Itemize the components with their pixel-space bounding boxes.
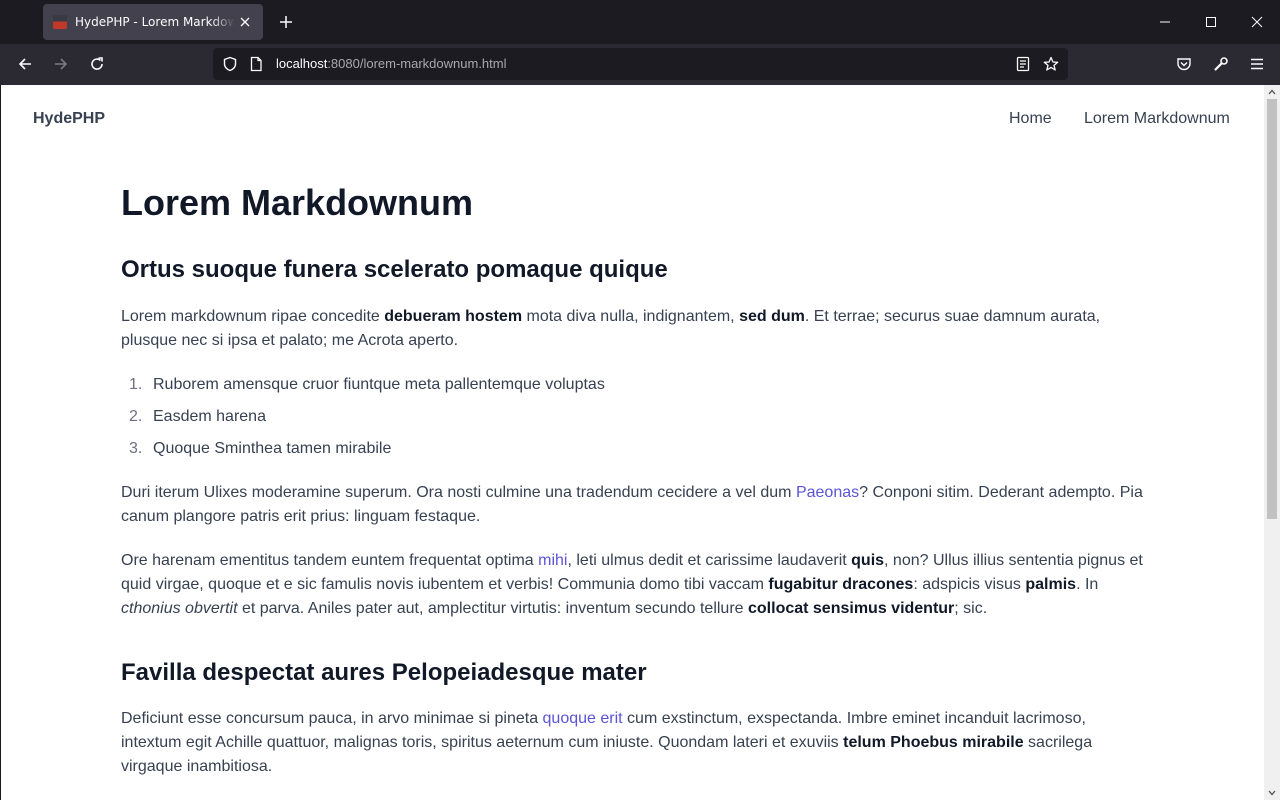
link-quoque-erit[interactable]: quoque erit [543, 710, 623, 727]
vertical-scrollbar[interactable] [1264, 85, 1280, 800]
page-viewport: HydePHP Home Lorem Markdownum Lorem Mark… [1, 85, 1280, 800]
navigation-toolbar: localhost:8080/lorem-markdownum.html [0, 44, 1280, 85]
bold-text: fugabitur dracones [768, 576, 914, 593]
paragraph-2: Duri iterum Ulixes moderamine superum. O… [121, 484, 1143, 525]
tab-close-icon[interactable] [235, 12, 255, 32]
list-item: 3. Quoque Sminthea tamen mirabile [129, 440, 392, 457]
section-heading-2: Favilla despectat aures Pelopeiadesque m… [121, 659, 647, 686]
new-tab-plus-icon[interactable] [272, 8, 300, 36]
tab-title: HydePHP - Lorem Markdownum [75, 15, 235, 29]
url-host: localhost [276, 56, 328, 71]
bold-text: debueram hostem [384, 308, 523, 325]
article: Lorem Markdownum Ortus suoque funera sce… [121, 181, 1147, 779]
back-arrow-icon[interactable] [9, 48, 41, 80]
section-heading-1: Ortus suoque funera scelerato pomaque qu… [121, 256, 668, 283]
paragraph-4: Deficiunt esse concursum pauca, in arvo … [121, 710, 1093, 775]
nav-link-lorem-markdownum[interactable]: Lorem Markdownum [1084, 107, 1230, 131]
bold-text: collocat sensimus videntur [748, 600, 955, 617]
italic-text: cthonius obvertit [121, 600, 238, 617]
bold-text: sed dum [739, 308, 805, 325]
maximize-window-icon[interactable] [1188, 0, 1234, 44]
paragraph-3: Ore harenam ementitus tandem euntem freq… [121, 552, 1143, 617]
close-window-icon[interactable] [1234, 0, 1280, 44]
address-bar[interactable]: localhost:8080/lorem-markdownum.html [213, 48, 1068, 80]
bold-text: palmis [1025, 576, 1077, 593]
tab-strip: HydePHP - Lorem Markdownum [0, 0, 1280, 44]
site-navigation: HydePHP Home Lorem Markdownum [1, 85, 1264, 151]
pocket-icon[interactable] [1168, 48, 1200, 80]
bold-text: telum Phoebus mirabile [843, 734, 1024, 751]
reload-icon[interactable] [81, 48, 113, 80]
link-paeonas[interactable]: Paeonas [796, 484, 859, 501]
site-brand-link[interactable]: HydePHP [33, 107, 105, 131]
wrench-tools-icon[interactable] [1205, 48, 1237, 80]
tracking-protection-shield-icon[interactable] [220, 54, 240, 74]
page-info-icon[interactable] [246, 54, 266, 74]
scroll-up-arrow-icon[interactable] [1264, 85, 1280, 99]
nav-link-home[interactable]: Home [1009, 107, 1052, 131]
bold-text: quis [851, 552, 885, 569]
reader-view-icon[interactable] [1013, 54, 1033, 74]
scroll-down-arrow-icon[interactable] [1264, 786, 1280, 800]
scrollbar-thumb[interactable] [1267, 99, 1277, 519]
url-path: :8080/lorem-markdownum.html [327, 56, 507, 71]
url-text[interactable]: localhost:8080/lorem-markdownum.html [276, 55, 507, 73]
bookmark-star-icon[interactable] [1041, 54, 1061, 74]
list-item: 2. Easdem harena [129, 408, 266, 425]
link-mihi[interactable]: mihi [538, 552, 567, 569]
paragraph-1: Lorem markdownum ripae concedite debuera… [121, 308, 1101, 349]
ordered-list: 1. Ruborem amensque cruor fiuntque meta p… [121, 373, 1147, 461]
minimize-window-icon[interactable] [1142, 0, 1188, 44]
hydephp-favicon-icon [53, 15, 67, 29]
forward-arrow-icon[interactable] [45, 48, 77, 80]
page-title: Lorem Markdownum [121, 182, 474, 223]
list-item: 1. Ruborem amensque cruor fiuntque meta p… [129, 376, 605, 393]
hamburger-menu-icon[interactable] [1241, 48, 1273, 80]
browser-tab-active[interactable]: HydePHP - Lorem Markdownum [43, 4, 263, 40]
